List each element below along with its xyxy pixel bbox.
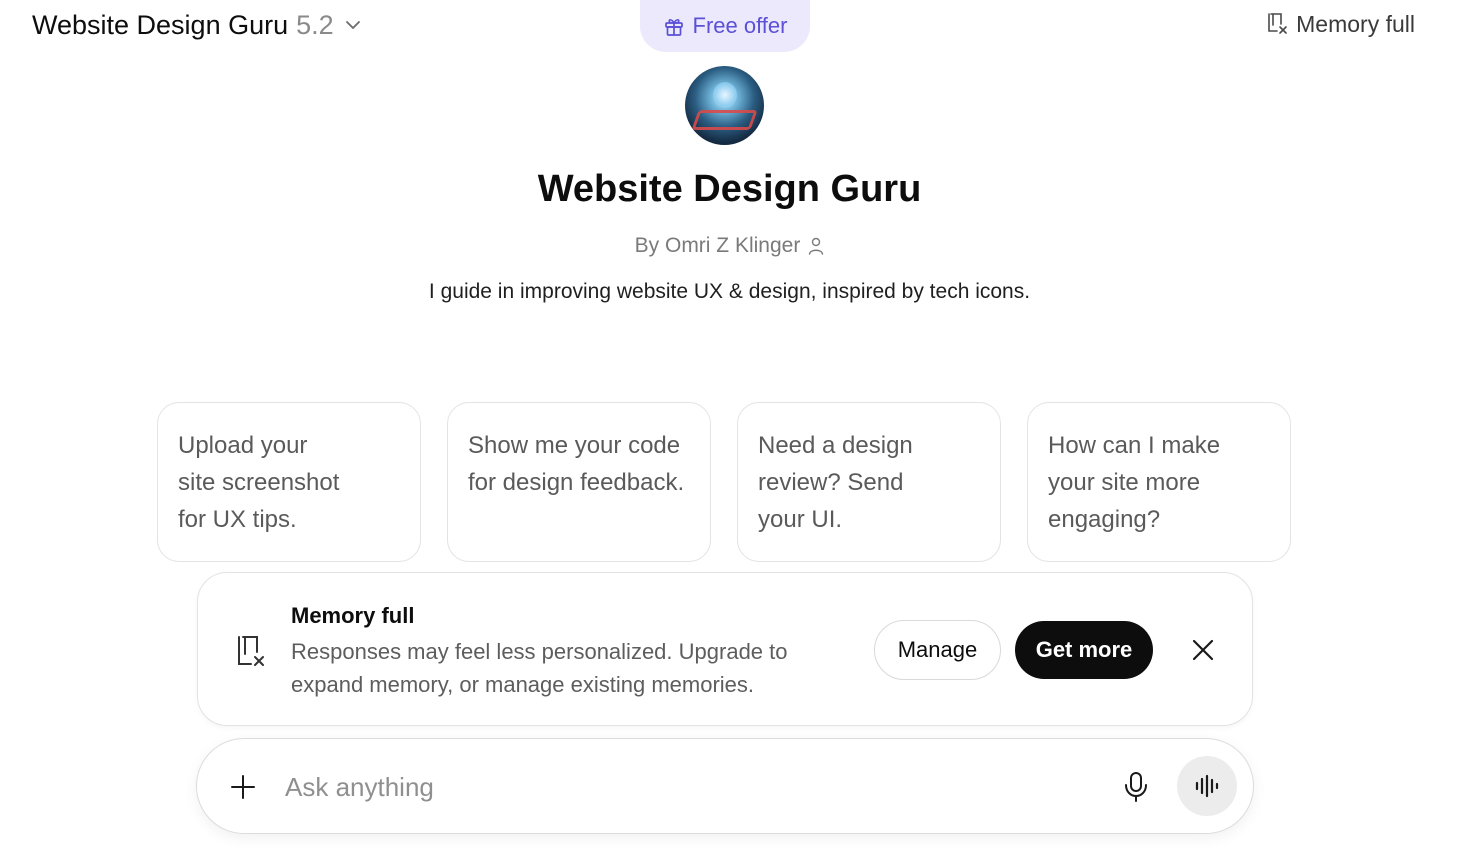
prompt-input[interactable] [283,765,1083,809]
suggestion-cards: Upload your site screenshot for UX tips.… [157,402,1291,562]
suggestion-text: Upload your site screenshot for UX tips. [178,432,340,533]
chevron-down-icon [345,21,360,29]
gpt-title: Website Design Guru [537,168,922,210]
chat-page: Website Design Guru 5.2 Free offer Memor… [0,0,1459,852]
close-icon [1192,639,1214,661]
gift-icon [664,19,683,36]
banner-message: Responses may feel less personalized. Up… [291,639,788,697]
manage-button[interactable]: Manage [874,620,1001,680]
voice-waveform-icon [1195,774,1219,798]
memory-full-icon [238,636,264,666]
memory-full-indicator[interactable]: Memory full [1266,8,1415,40]
memory-full-label: Memory full [1296,10,1415,37]
free-offer-button[interactable]: Free offer [640,0,810,52]
microphone-icon[interactable] [1123,771,1149,803]
suggestion-card[interactable]: Need a design review? Send your UI. [737,402,1001,562]
model-selector[interactable]: Website Design Guru 5.2 [32,6,362,44]
suggestion-card[interactable]: Show me your code for design feedback. [447,402,711,562]
model-version: 5.2 [296,9,334,40]
author-label: By Omri Z Klinger [634,234,801,257]
memory-full-banner: Memory full Responses may feel less pers… [197,572,1253,726]
add-attachment-icon[interactable] [229,773,257,801]
suggestion-text: Need a design review? Send your UI. [758,432,913,533]
gpt-description: I guide in improving website UX & design… [428,280,1031,303]
suggestion-card[interactable]: Upload your site screenshot for UX tips. [157,402,421,562]
banner-title: Memory full [291,603,415,628]
suggestion-text: How can I make your site more engaging? [1048,432,1221,533]
free-offer-label: Free offer [692,13,788,38]
gpt-author[interactable]: By Omri Z Klinger [0,234,1459,258]
get-more-button[interactable]: Get more [1015,621,1153,679]
model-name: Website Design Guru [32,9,289,40]
suggestion-card[interactable]: How can I make your site more engaging? [1027,402,1291,562]
memory-full-icon [1268,13,1287,34]
person-icon [809,237,824,255]
suggestion-text: Show me your code for design feedback. [468,432,685,496]
composer [196,738,1254,834]
close-banner-button[interactable] [1186,633,1220,667]
gpt-avatar [685,66,764,145]
voice-mode-button[interactable] [1177,756,1237,816]
